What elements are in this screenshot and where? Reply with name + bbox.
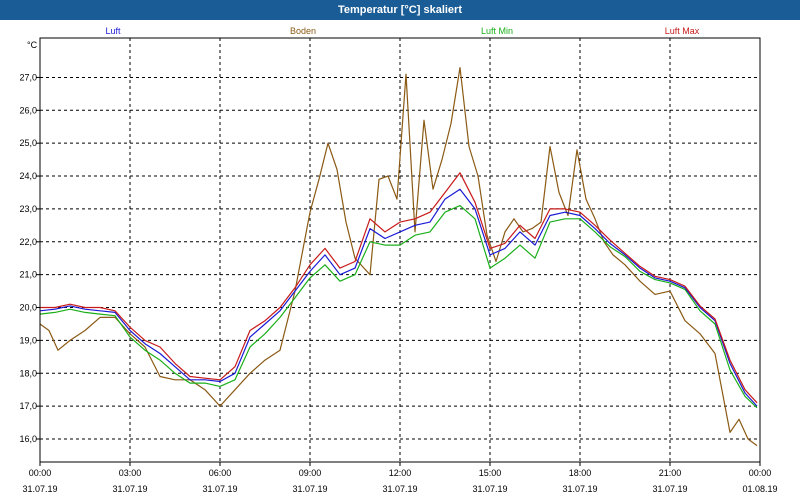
chart-title: Temperatur [°C] skaliert: [0, 0, 800, 20]
legend-entry: Luft Min: [481, 26, 513, 36]
legend-entry: Luft Max: [665, 26, 700, 36]
y-tick-label: 21,0: [19, 270, 37, 280]
x-tick-time: 06:00: [209, 468, 232, 478]
y-tick-label: 18,0: [19, 368, 37, 378]
y-tick-label: 27,0: [19, 72, 37, 82]
legend-entry: Boden: [290, 26, 316, 36]
y-tick-label: 25,0: [19, 138, 37, 148]
x-tick-time: 12:00: [389, 468, 412, 478]
x-tick-time: 09:00: [299, 468, 322, 478]
y-tick-label: 19,0: [19, 335, 37, 345]
x-tick-date: 31.07.19: [112, 484, 147, 494]
x-tick-date: 31.07.19: [472, 484, 507, 494]
x-tick-time: 15:00: [479, 468, 502, 478]
x-tick-date: 31.07.19: [292, 484, 327, 494]
series-line-luft: [39, 188, 758, 407]
series-line-luft-min: [39, 205, 758, 409]
y-axis-ticks: 16,0 17,0 18,0 19,0 20,0 21,0 22,0 23,0 24,0 25,0…: [19, 72, 40, 444]
legend-entry: Luft: [105, 26, 121, 36]
y-tick-label: 20,0: [19, 303, 37, 313]
y-tick-label: 26,0: [19, 105, 37, 115]
series-line-luft-max: [40, 172, 758, 404]
legend: Luft Boden Luft Min Luft Max: [105, 26, 699, 36]
x-tick-date: 31.07.19: [562, 484, 597, 494]
y-tick-label: 23,0: [19, 204, 37, 214]
grid: [40, 38, 760, 462]
x-tick-date: 31.07.19: [652, 484, 687, 494]
y-tick-label: 16,0: [19, 434, 37, 444]
x-tick-time: 03:00: [119, 468, 142, 478]
series-lines: [39, 66, 758, 447]
x-axis-ticks: 00:00 31.07.19 03:00 31.07.19 06:00 31.07.19 0…: [22, 462, 778, 494]
x-tick-date: 01.08.19: [742, 484, 777, 494]
x-tick-date: 31.07.19: [382, 484, 417, 494]
y-tick-label: 22,0: [19, 237, 37, 247]
y-axis-label: °C: [27, 40, 38, 50]
temperature-chart: Luft Boden Luft Min Luft Max °C 16,0 17,0 18,…: [19, 26, 778, 494]
series-line-boden: [39, 66, 758, 447]
x-tick-time: 00:00: [749, 468, 772, 478]
y-tick-label: 17,0: [19, 401, 37, 411]
x-tick-date: 31.07.19: [22, 484, 57, 494]
x-tick-time: 21:00: [659, 468, 682, 478]
y-tick-label: 24,0: [19, 171, 37, 181]
x-tick-time: 00:00: [29, 468, 52, 478]
x-tick-date: 31.07.19: [202, 484, 237, 494]
x-tick-time: 18:00: [569, 468, 592, 478]
